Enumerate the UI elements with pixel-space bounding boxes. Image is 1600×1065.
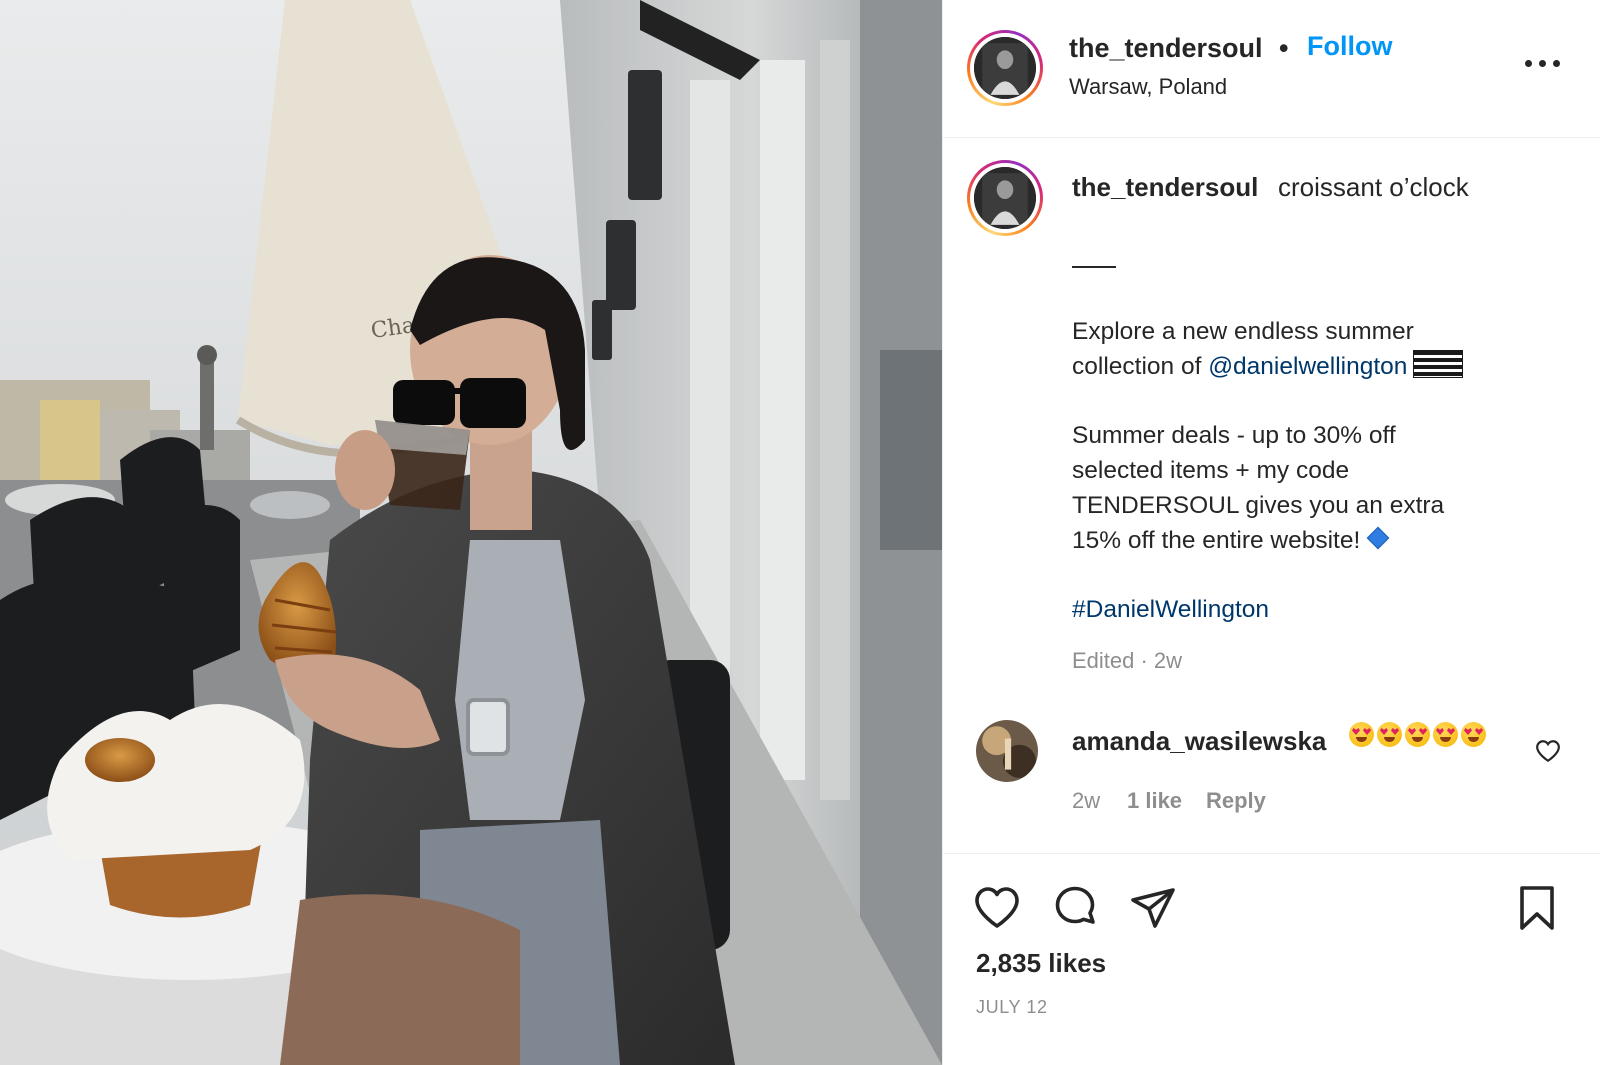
caption-text: collection of [1072,353,1209,380]
heart-icon [975,887,1019,928]
hashtag-link[interactable]: #DanielWellington [1072,592,1552,627]
comment-icon [1055,886,1095,924]
caption-line: TENDERSOUL gives you an extra [1072,492,1445,519]
heart-eyes-emoji [1405,722,1430,747]
caption-line: Summer deals - up to 30% off [1072,422,1396,449]
heart-eyes-emoji [1461,722,1486,747]
caption-first-line: croissant o’clock [1278,172,1469,202]
comment-like-heart-icon[interactable] [1535,738,1561,763]
caption-line: collection of @danielwellington [1072,349,1552,384]
commenter-avatar[interactable] [976,720,1038,782]
heart-eyes-emoji [1377,722,1402,747]
caption-divider [1072,266,1116,268]
post-photo-illustration: Cha [0,0,942,1065]
caption-meta: Edited · 2w [1072,648,1183,673]
post-sidebar: the_tendersoul • Follow Warsaw, Poland t… [942,0,1600,1065]
comment-time: 2w [1072,788,1101,813]
commenter-avatar-image [976,720,1038,782]
heart-eyes-emoji-group [1349,722,1486,747]
heart-eyes-emoji [1433,722,1458,747]
bookmark-icon [1520,886,1554,930]
send-icon [1131,888,1175,928]
author-avatar[interactable] [967,30,1043,106]
comment-bubble-icon[interactable] [1051,884,1099,932]
caption-avatar-image [974,167,1036,229]
blue-diamond-icon [1366,526,1390,550]
post-actions: 2,835 likes JULY 12 [943,853,1600,1065]
post-photo[interactable]: Cha [0,0,942,1065]
post-date[interactable]: JULY 12 [976,997,1048,1018]
author-avatar-image [974,37,1036,99]
heart-icon [1536,740,1560,763]
caption-username[interactable]: the_tendersoul [1072,172,1258,203]
comment-likes-link[interactable]: 1 like [1127,788,1182,814]
post-location[interactable]: Warsaw, Poland [1069,74,1227,100]
caption-text: 15% off the entire website! [1072,527,1361,554]
commenter-username[interactable]: amanda_wasilewska [1072,726,1326,757]
caption-body: Explore a new endless summer collection … [1072,238,1552,627]
follow-button[interactable]: Follow [1307,31,1392,62]
likes-count[interactable]: 2,835 likes [976,948,1106,979]
share-send-icon[interactable] [1129,884,1177,932]
caption-line: 15% off the entire website! [1072,523,1552,558]
like-heart-icon[interactable] [973,884,1021,932]
post-header: the_tendersoul • Follow Warsaw, Poland [943,0,1600,138]
caption-line: Explore a new endless summer [1072,318,1414,345]
more-options-icon[interactable] [1525,52,1561,76]
save-bookmark-icon[interactable] [1513,884,1561,932]
author-username[interactable]: the_tendersoul [1069,33,1263,64]
reply-button[interactable]: Reply [1206,788,1266,814]
separator-dot: • [1279,33,1289,63]
mention-link[interactable]: @danielwellington [1208,353,1407,380]
heart-eyes-emoji [1349,722,1374,747]
caption-avatar[interactable] [967,160,1043,236]
caption-line: selected items + my code [1072,457,1350,484]
flag-icon [1413,350,1464,378]
